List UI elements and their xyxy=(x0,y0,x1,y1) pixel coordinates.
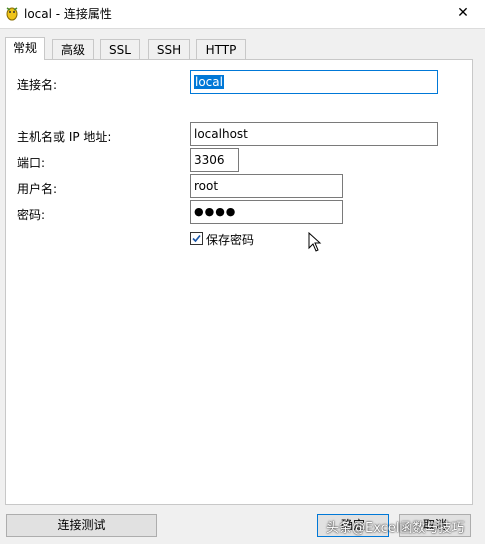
save-password-checkbox[interactable] xyxy=(190,232,203,245)
connection-name-label: 连接名: xyxy=(17,78,58,92)
password-input[interactable]: ●●●● xyxy=(190,200,343,224)
navicat-app-icon xyxy=(4,5,20,21)
watermark-text: 头条@Excel函数与技巧 xyxy=(326,521,465,536)
port-label: 端口: xyxy=(17,156,46,170)
host-label: 主机名或 IP 地址: xyxy=(17,130,112,144)
window-title: local - 连接属性 xyxy=(24,7,112,21)
port-input[interactable]: 3306 xyxy=(190,148,239,172)
connection-name-value: local xyxy=(194,75,224,89)
host-input[interactable]: localhost xyxy=(190,122,438,146)
tab-ssh[interactable]: SSH xyxy=(148,39,190,60)
general-panel: 连接名: local 主机名或 IP 地址: localhost 端口: 330… xyxy=(5,59,473,505)
close-button[interactable]: ✕ xyxy=(451,3,475,23)
save-password-label[interactable]: 保存密码 xyxy=(206,231,254,248)
password-label: 密码: xyxy=(17,208,46,222)
username-label: 用户名: xyxy=(17,182,58,196)
tab-http[interactable]: HTTP xyxy=(196,39,246,60)
tab-ssl[interactable]: SSL xyxy=(100,39,140,60)
tab-general[interactable]: 常规 xyxy=(5,37,45,60)
username-input[interactable]: root xyxy=(190,174,343,198)
title-bar: local - 连接属性 ✕ xyxy=(0,0,485,29)
connection-name-input[interactable]: local xyxy=(190,70,438,94)
test-connection-button[interactable]: 连接测试 xyxy=(6,514,157,537)
checkmark-icon xyxy=(192,234,201,243)
tab-advanced[interactable]: 高级 xyxy=(52,39,94,60)
mouse-pointer-icon xyxy=(308,232,322,252)
